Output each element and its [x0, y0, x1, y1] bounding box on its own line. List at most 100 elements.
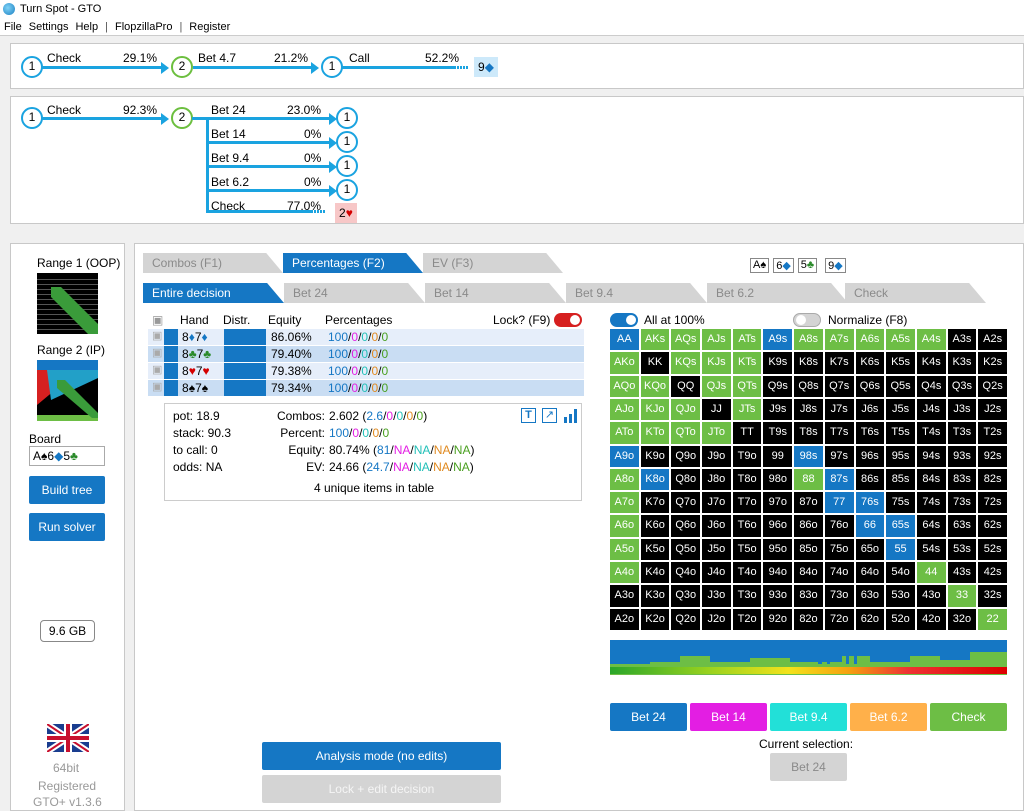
board-input[interactable]: A♠6◆5♣	[29, 446, 105, 466]
hand-cell[interactable]: Q6o	[671, 515, 701, 537]
node-ip[interactable]: 2	[171, 107, 193, 129]
hand-cell[interactable]: 75s	[886, 492, 915, 514]
node-oop[interactable]: 1	[21, 107, 43, 129]
hand-cell[interactable]: K9o	[640, 445, 670, 467]
hand-cell[interactable]: J8o	[702, 468, 731, 491]
hand-cell[interactable]: 84s	[916, 468, 946, 491]
row-lock-icon[interactable]: ▣	[152, 363, 162, 376]
hand-cell[interactable]: J3s	[947, 398, 977, 421]
hand-cell[interactable]: AA	[610, 329, 639, 351]
hand-cell[interactable]: T4o	[732, 562, 762, 584]
hand-cell[interactable]: J4o	[702, 562, 731, 584]
hand-cell[interactable]: 98o	[763, 468, 793, 491]
hand-cell[interactable]: TT	[732, 422, 762, 444]
hand-cell[interactable]: 92o	[763, 608, 793, 630]
hand-cell[interactable]: K4o	[640, 562, 670, 584]
hand-cell[interactable]: J5o	[702, 538, 731, 561]
hand-cell[interactable]: T3s	[947, 422, 977, 444]
hand-cell[interactable]: 66	[855, 515, 885, 537]
node-bet9[interactable]: 1	[336, 155, 358, 177]
hand-cell[interactable]: 54o	[886, 562, 915, 584]
row-lock-icon[interactable]: ▣	[152, 380, 162, 393]
hand-cell[interactable]: A8s	[794, 329, 823, 351]
hand-cell[interactable]: 96o	[763, 515, 793, 537]
normalize-toggle[interactable]	[793, 313, 821, 327]
menu-register[interactable]: Register	[189, 18, 230, 35]
hand-cell[interactable]: K8s	[794, 352, 823, 374]
hand-cell[interactable]: A2o	[610, 608, 639, 630]
hand-cell[interactable]: 76s	[855, 492, 885, 514]
hand-cell[interactable]: QJo	[671, 398, 701, 421]
hand-cell[interactable]: T7o	[732, 492, 762, 514]
tab-entire-decision[interactable]: Entire decision	[143, 283, 284, 303]
hand-cell[interactable]: 88	[794, 468, 823, 491]
hand-cell[interactable]: K3o	[640, 585, 670, 607]
menu-file[interactable]: File	[4, 18, 22, 35]
hand-cell[interactable]: 77	[824, 492, 854, 514]
hand-cell[interactable]: 52s	[978, 538, 1007, 561]
node-check-selected[interactable]: 2♥	[335, 203, 357, 223]
hand-cell[interactable]: Q6s	[855, 375, 885, 397]
hand-cell[interactable]: KJo	[640, 398, 670, 421]
hand-cell[interactable]: J6s	[855, 398, 885, 421]
hand-cell[interactable]: 53s	[947, 538, 977, 561]
hand-cell[interactable]: A7o	[610, 492, 639, 514]
hand-cell[interactable]: 32o	[947, 608, 977, 630]
hand-cell[interactable]: KTo	[640, 422, 670, 444]
uk-flag-icon[interactable]	[47, 724, 89, 752]
hand-cell[interactable]: QTs	[732, 375, 762, 397]
hand-cell[interactable]: 84o	[794, 562, 823, 584]
hand-cell[interactable]: K2s	[978, 352, 1007, 374]
tab-bet6[interactable]: Bet 6.2	[707, 283, 848, 303]
node-bet14[interactable]: 1	[336, 131, 358, 153]
action-button-bet-6-2[interactable]: Bet 6.2	[850, 703, 927, 731]
table-row[interactable]: ▣ 8♣7♣ 79.40% 100/0/0/0/0	[148, 346, 584, 362]
hand-cell[interactable]: T5o	[732, 538, 762, 561]
hand-cell[interactable]: 63s	[947, 515, 977, 537]
hand-cell[interactable]: 87s	[824, 468, 854, 491]
hand-cell[interactable]: K2o	[640, 608, 670, 630]
hand-cell[interactable]: T9o	[732, 445, 762, 467]
hand-cell[interactable]: ATs	[732, 329, 762, 351]
hand-cell[interactable]: K7o	[640, 492, 670, 514]
table-row[interactable]: ▣ 8♥7♥ 79.38% 100/0/0/0/0	[148, 363, 584, 379]
action-button-bet-14[interactable]: Bet 14	[690, 703, 767, 731]
hand-cell[interactable]: T7s	[824, 422, 854, 444]
hand-cell[interactable]: A6o	[610, 515, 639, 537]
build-tree-button[interactable]: Build tree	[29, 476, 105, 504]
node-oop[interactable]: 1	[321, 56, 343, 78]
hand-cell[interactable]: 95s	[886, 445, 915, 467]
hand-cell[interactable]: AQs	[671, 329, 701, 351]
hand-cell[interactable]: A9s	[763, 329, 793, 351]
bar-chart-icon[interactable]	[563, 407, 579, 423]
hand-cell[interactable]: A2s	[978, 329, 1007, 351]
hand-cell[interactable]: J3o	[702, 585, 731, 607]
hand-cell[interactable]: A3o	[610, 585, 639, 607]
action-button-bet-24[interactable]: Bet 24	[610, 703, 687, 731]
hand-cell[interactable]: JTs	[732, 398, 762, 421]
hand-cell[interactable]: KJs	[702, 352, 731, 374]
hand-cell[interactable]: 42s	[978, 562, 1007, 584]
hand-cell[interactable]: J9s	[763, 398, 793, 421]
hand-cell[interactable]: Q5s	[886, 375, 915, 397]
hand-cell[interactable]: 92s	[978, 445, 1007, 467]
hand-cell[interactable]: J5s	[886, 398, 915, 421]
hand-cell[interactable]: Q8o	[671, 468, 701, 491]
node-oop[interactable]: 1	[21, 56, 43, 78]
hand-cell[interactable]: T9s	[763, 422, 793, 444]
hand-cell[interactable]: A4s	[916, 329, 946, 351]
hand-cell[interactable]: Q5o	[671, 538, 701, 561]
hand-cell[interactable]: K9s	[763, 352, 793, 374]
hand-cell[interactable]: J4s	[916, 398, 946, 421]
row-lock-icon[interactable]: ▣	[152, 346, 162, 359]
hand-cell[interactable]: 97o	[763, 492, 793, 514]
hand-cell[interactable]: 74s	[916, 492, 946, 514]
hand-cell[interactable]: Q8s	[794, 375, 823, 397]
hand-cell[interactable]: 94s	[916, 445, 946, 467]
hand-cell[interactable]: QTo	[671, 422, 701, 444]
text-export-icon[interactable]: T	[521, 408, 536, 423]
hand-cell[interactable]: T5s	[886, 422, 915, 444]
hand-cell[interactable]: J7s	[824, 398, 854, 421]
hand-cell[interactable]: KTs	[732, 352, 762, 374]
hand-cell[interactable]: 83s	[947, 468, 977, 491]
